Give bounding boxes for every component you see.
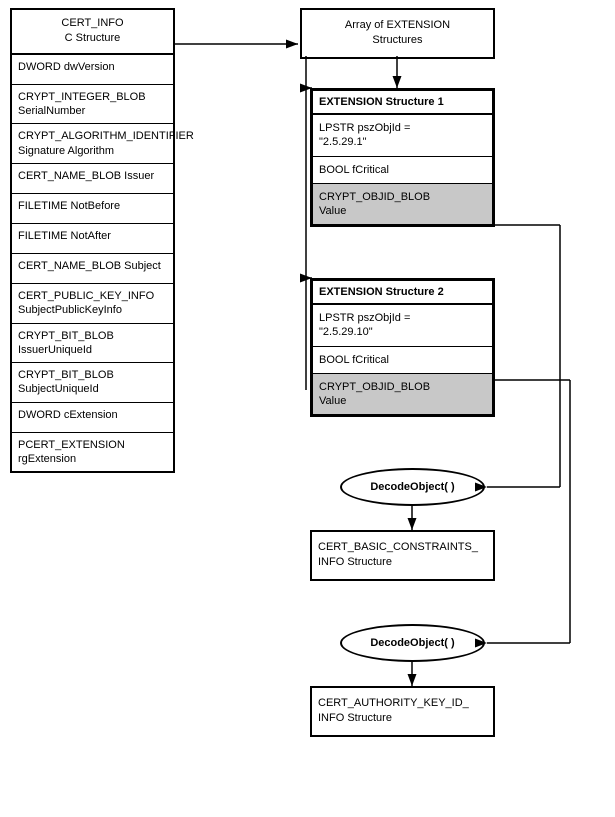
ext1-row-2: BOOL fCritical bbox=[313, 157, 492, 184]
ext1-row-1: LPSTR pszObjId = "2.5.29.1" bbox=[313, 115, 492, 157]
cert-info-box: CERT_INFO C Structure DWORD dwVersion CR… bbox=[10, 8, 175, 473]
decode-object-2-oval: DecodeObject( ) bbox=[340, 624, 485, 662]
cert-info-row-1: CRYPT_INTEGER_BLOB SerialNumber bbox=[12, 85, 173, 125]
cert-info-row-3: CERT_NAME_BLOB Issuer bbox=[12, 164, 173, 194]
cert-info-header: CERT_INFO C Structure bbox=[12, 10, 173, 55]
cert-info-row-8: CRYPT_BIT_BLOB IssuerUniqueId bbox=[12, 324, 173, 364]
ext2-row-1: LPSTR pszObjId = "2.5.29.10" bbox=[313, 305, 492, 347]
cert-info-row-9: CRYPT_BIT_BLOB SubjectUniqueId bbox=[12, 363, 173, 403]
extension-2-box: EXTENSION Structure 2 LPSTR pszObjId = "… bbox=[310, 278, 495, 417]
extension-1-box: EXTENSION Structure 1 LPSTR pszObjId = "… bbox=[310, 88, 495, 227]
cert-info-row-10: DWORD cExtension bbox=[12, 403, 173, 433]
cert-authority-key-id-box: CERT_AUTHORITY_KEY_ID_ INFO Structure bbox=[310, 686, 495, 737]
ext1-row-3: CRYPT_OBJID_BLOB Value bbox=[313, 184, 492, 225]
cert-info-row-6: CERT_NAME_BLOB Subject bbox=[12, 254, 173, 284]
decode-object-1-oval: DecodeObject( ) bbox=[340, 468, 485, 506]
cert-info-row-11: PCERT_EXTENSION rgExtension bbox=[12, 433, 173, 472]
ext1-header: EXTENSION Structure 1 bbox=[313, 91, 492, 115]
cert-info-row-7: CERT_PUBLIC_KEY_INFO SubjectPublicKeyInf… bbox=[12, 284, 173, 324]
ext2-row-3: CRYPT_OBJID_BLOB Value bbox=[313, 374, 492, 415]
array-box: Array of EXTENSION Structures bbox=[300, 8, 495, 59]
cert-info-row-0: DWORD dwVersion bbox=[12, 55, 173, 85]
cert-info-row-5: FILETIME NotAfter bbox=[12, 224, 173, 254]
diagram: CERT_INFO C Structure DWORD dwVersion CR… bbox=[0, 0, 615, 817]
ext2-row-2: BOOL fCritical bbox=[313, 347, 492, 374]
cert-info-row-4: FILETIME NotBefore bbox=[12, 194, 173, 224]
ext2-header: EXTENSION Structure 2 bbox=[313, 281, 492, 305]
cert-basic-constraints-box: CERT_BASIC_CONSTRAINTS_ INFO Structure bbox=[310, 530, 495, 581]
cert-info-row-2: CRYPT_ALGORITHM_IDENTIFIER Signature Alg… bbox=[12, 124, 173, 164]
